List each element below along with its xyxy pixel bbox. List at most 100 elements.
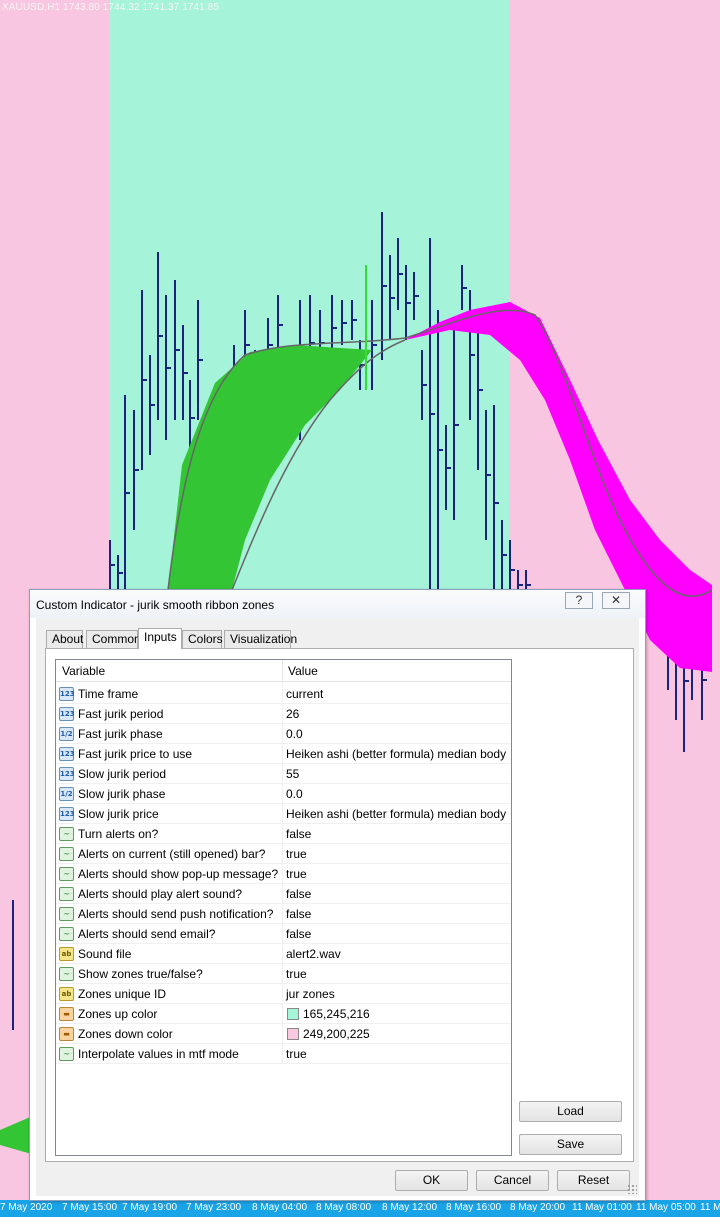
time-label: 8 May 04:00 [252, 1202, 308, 1213]
time-label: 8 May 20:00 [510, 1202, 566, 1213]
variable-value[interactable]: true [286, 867, 307, 881]
table-row[interactable]: ▬ Zones down color 249,200,225 [56, 1024, 511, 1044]
variable-name: Zones unique ID [78, 987, 167, 1001]
variable-value[interactable]: false [286, 887, 311, 901]
variable-name: Fast jurik period [78, 707, 164, 721]
bool-type-icon: ~ [59, 847, 74, 861]
variable-name: Sound file [78, 947, 132, 961]
col-type-icon: ▬ [59, 1027, 74, 1041]
inputs-grid: Variable Value 123 Time frame current 123 Fa… [55, 659, 512, 1156]
ok-button[interactable]: OK [395, 1170, 468, 1191]
variable-name: Alerts should send push notification? [78, 907, 274, 921]
variable-name: Slow jurik period [78, 767, 167, 781]
time-label: 11 May 01:00 [572, 1202, 632, 1213]
bool-type-icon: ~ [59, 867, 74, 881]
variable-value[interactable]: jur zones [286, 987, 335, 1001]
table-row[interactable]: 1/2 Slow jurik phase 0.0 [56, 784, 511, 804]
variable-value[interactable]: 0.0 [286, 787, 303, 801]
table-row[interactable]: 123 Slow jurik period 55 [56, 764, 511, 784]
variable-name: Zones up color [78, 1007, 158, 1021]
table-row[interactable]: 123 Fast jurik period 26 [56, 704, 511, 724]
tab-common[interactable]: Common [86, 630, 141, 648]
table-row[interactable]: ~ Alerts should show pop-up message? true [56, 864, 511, 884]
color-swatch[interactable] [287, 1028, 299, 1040]
table-row[interactable]: 123 Time frame current [56, 684, 511, 704]
variable-value[interactable]: alert2.wav [286, 947, 341, 961]
tab-about[interactable]: About [46, 630, 83, 648]
color-swatch[interactable] [287, 1008, 299, 1020]
table-row[interactable]: 1/2 Fast jurik phase 0.0 [56, 724, 511, 744]
help-button[interactable]: ? [565, 592, 593, 609]
table-row[interactable]: ▬ Zones up color 165,245,216 [56, 1004, 511, 1024]
time-label: 7 May 19:00 [122, 1202, 178, 1213]
tab-inputs[interactable]: Inputs [138, 628, 182, 649]
dialog-titlebar[interactable]: Custom Indicator - jurik smooth ribbon z… [30, 590, 645, 618]
time-label: 8 May 08:00 [316, 1202, 372, 1213]
variable-value[interactable]: current [286, 687, 323, 701]
close-button[interactable]: ✕ [602, 592, 630, 609]
variable-value[interactable]: 55 [286, 767, 299, 781]
int-type-icon: 123 [59, 707, 75, 721]
time-label: 7 May 23:00 [186, 1202, 242, 1213]
variable-value[interactable]: true [286, 1047, 307, 1061]
table-row[interactable]: ~ Interpolate values in mtf mode true [56, 1044, 511, 1064]
variable-value[interactable]: false [286, 907, 311, 921]
variable-value[interactable]: false [286, 827, 311, 841]
reset-button[interactable]: Reset [557, 1170, 630, 1191]
save-button[interactable]: Save [519, 1134, 622, 1155]
variable-value[interactable]: true [286, 847, 307, 861]
bool-type-icon: ~ [59, 927, 74, 941]
variable-value[interactable]: Heiken ashi (better formula) median body [286, 747, 506, 761]
variable-name: Slow jurik phase [78, 787, 166, 801]
table-row[interactable]: ~ Alerts should send email? false [56, 924, 511, 944]
column-value[interactable]: Value [288, 664, 318, 678]
time-label: 8 May 12:00 [382, 1202, 438, 1213]
custom-indicator-dialog: Custom Indicator - jurik smooth ribbon z… [29, 589, 646, 1201]
grid-rows: 123 Time frame current 123 Fast jurik period… [56, 684, 511, 1064]
dbl-type-icon: 1/2 [59, 727, 74, 741]
table-row[interactable]: ~ Alerts on current (still opened) bar? tr… [56, 844, 511, 864]
col-type-icon: ▬ [59, 1007, 74, 1021]
table-row[interactable]: ab Zones unique ID jur zones [56, 984, 511, 1004]
table-row[interactable]: ~ Turn alerts on? false [56, 824, 511, 844]
column-variable[interactable]: Variable [62, 664, 105, 678]
str-type-icon: ab [59, 987, 74, 1001]
variable-value[interactable]: 165,245,216 [303, 1007, 370, 1021]
variable-name: Zones down color [78, 1027, 173, 1041]
variable-name: Alerts should show pop-up message? [78, 867, 279, 881]
table-row[interactable]: ~ Alerts should play alert sound? false [56, 884, 511, 904]
int-type-icon: 123 [59, 747, 75, 761]
variable-name: Alerts should play alert sound? [78, 887, 243, 901]
load-button[interactable]: Load [519, 1101, 622, 1122]
table-row[interactable]: 123 Slow jurik price Heiken ashi (better f… [56, 804, 511, 824]
bool-type-icon: ~ [59, 967, 74, 981]
variable-name: Slow jurik price [78, 807, 159, 821]
variable-value[interactable]: false [286, 927, 311, 941]
tab-colors[interactable]: Colors [182, 630, 223, 648]
variable-name: Alerts should send email? [78, 927, 216, 941]
time-label: 11 M [700, 1202, 720, 1213]
dbl-type-icon: 1/2 [59, 787, 74, 801]
variable-value[interactable]: 0.0 [286, 727, 303, 741]
time-label: 7 May 15:00 [62, 1202, 118, 1213]
cancel-button[interactable]: Cancel [476, 1170, 549, 1191]
variable-value[interactable]: 26 [286, 707, 299, 721]
table-row[interactable]: ab Sound file alert2.wav [56, 944, 511, 964]
bool-type-icon: ~ [59, 827, 74, 841]
table-row[interactable]: ~ Alerts should send push notification? fa… [56, 904, 511, 924]
bool-type-icon: ~ [59, 907, 74, 921]
int-type-icon: 123 [59, 767, 75, 781]
time-axis: 7 May 2020 7 May 15:00 7 May 19:00 7 May… [0, 1200, 720, 1217]
variable-value[interactable]: true [286, 967, 307, 981]
variable-name: Fast jurik price to use [78, 747, 193, 761]
dialog-client: About Common Inputs Colors Visualization… [36, 618, 639, 1196]
variable-value[interactable]: Heiken ashi (better formula) median body [286, 807, 506, 821]
resize-grip[interactable] [627, 1184, 637, 1194]
table-row[interactable]: ~ Show zones true/false? true [56, 964, 511, 984]
tab-visualization[interactable]: Visualization [224, 630, 297, 648]
bool-type-icon: ~ [59, 1047, 74, 1061]
table-row[interactable]: 123 Fast jurik price to use Heiken ashi (b… [56, 744, 511, 764]
str-type-icon: ab [59, 947, 74, 961]
variable-value[interactable]: 249,200,225 [303, 1027, 370, 1041]
dialog-title: Custom Indicator - jurik smooth ribbon z… [36, 598, 275, 612]
